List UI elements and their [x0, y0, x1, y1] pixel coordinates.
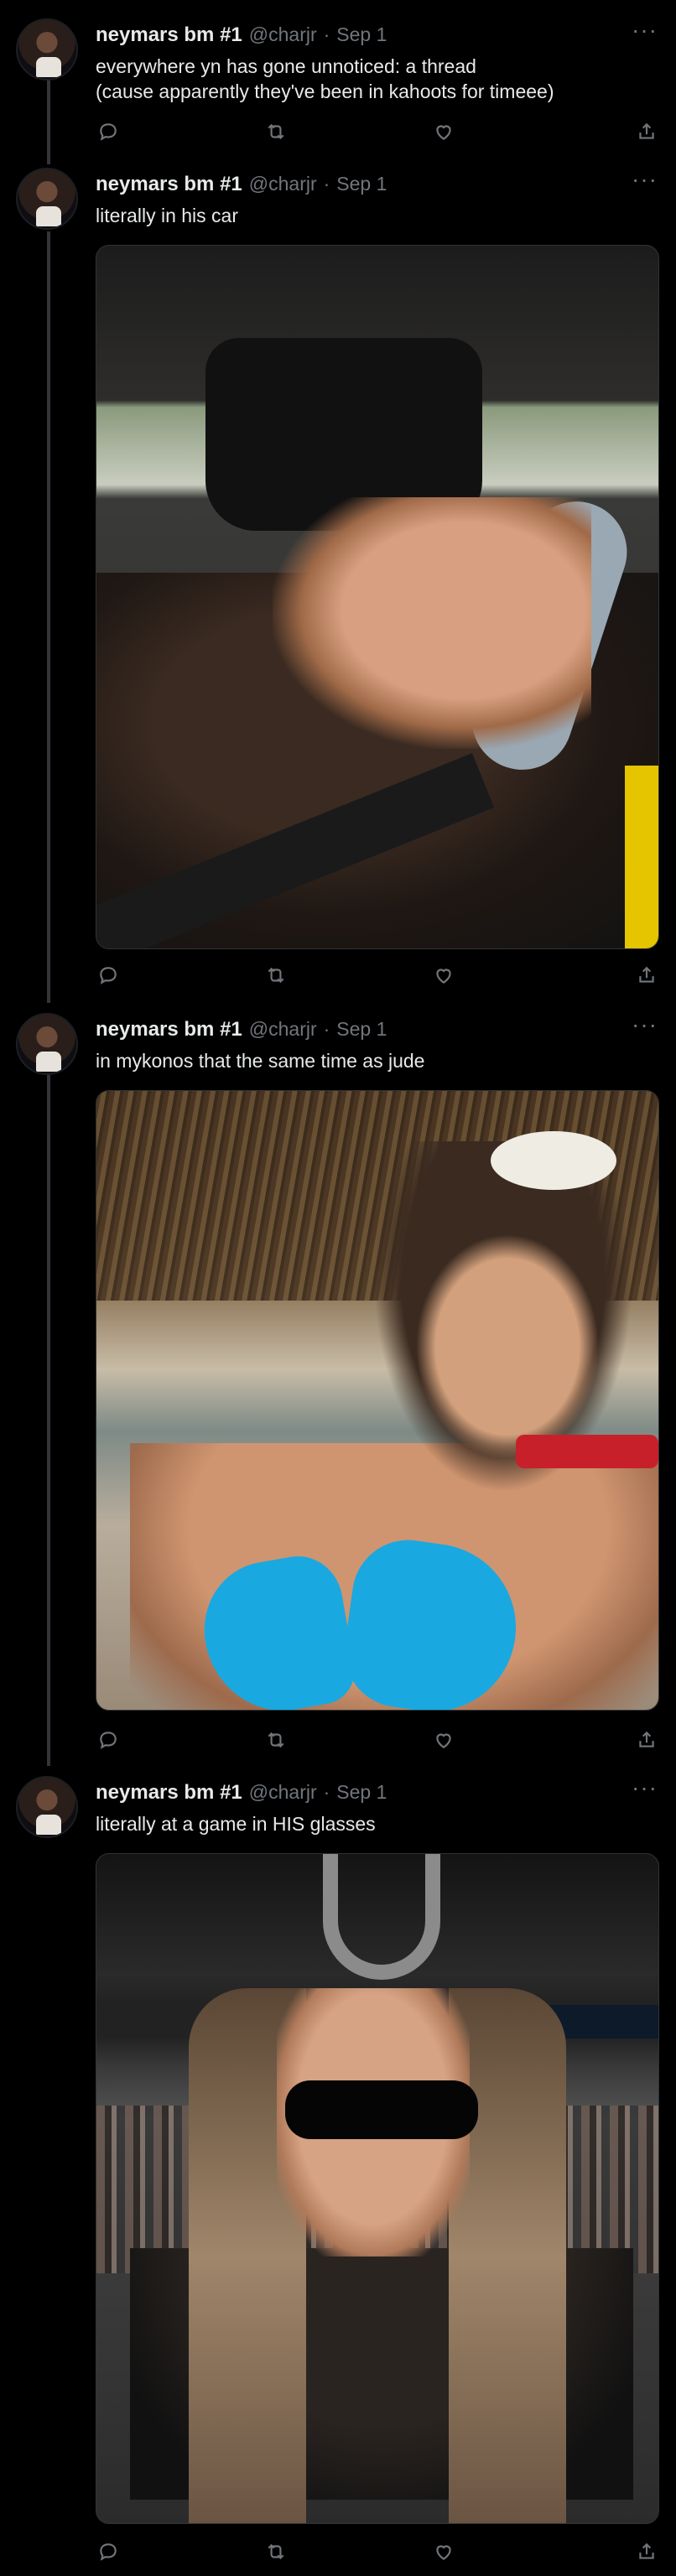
separator: ·	[323, 173, 330, 195]
photo-detail	[625, 766, 658, 948]
tweet-photo[interactable]	[96, 1090, 659, 1711]
tweet-header: neymars bm #1 @charjr · Sep 1	[96, 1781, 387, 1805]
heart-icon[interactable]	[431, 963, 456, 988]
retweet-icon[interactable]	[263, 963, 289, 988]
avatar[interactable]	[16, 168, 78, 230]
heart-icon[interactable]	[431, 1727, 456, 1753]
retweet-icon[interactable]	[263, 2539, 289, 2564]
tweet-actions	[96, 1727, 659, 1753]
heart-icon[interactable]	[431, 2539, 456, 2564]
tweet-date[interactable]: Sep 1	[336, 1781, 387, 1804]
heart-icon[interactable]	[431, 119, 456, 144]
avatar[interactable]	[16, 1776, 78, 1838]
user-handle[interactable]: @charjr	[249, 1018, 317, 1041]
tweet[interactable]: neymars bm #1 @charjr · Sep 1 ··· everyw…	[0, 17, 676, 153]
tweet-date[interactable]: Sep 1	[336, 1018, 387, 1041]
tweet-text: everywhere yn has gone unnoticed: a thre…	[96, 55, 554, 102]
more-options-icon[interactable]: ···	[632, 1011, 658, 1038]
share-icon[interactable]	[634, 2539, 659, 2564]
user-handle[interactable]: @charjr	[249, 173, 317, 195]
more-options-icon[interactable]: ···	[632, 17, 658, 44]
tweet-actions	[96, 119, 659, 144]
more-options-icon[interactable]: ···	[632, 166, 658, 193]
display-name[interactable]: neymars bm #1	[96, 23, 242, 47]
tweet[interactable]: neymars bm #1 @charjr · Sep 1 ··· litera…	[0, 1774, 676, 2573]
tweet-header: neymars bm #1 @charjr · Sep 1	[96, 23, 387, 47]
share-icon[interactable]	[634, 119, 659, 144]
tweet[interactable]: neymars bm #1 @charjr · Sep 1 ··· litera…	[0, 166, 676, 998]
reply-icon[interactable]	[96, 119, 121, 144]
tweet-photo[interactable]	[96, 245, 659, 949]
tweet-text: in mykonos that the same time as jude	[96, 1050, 425, 1072]
display-name[interactable]: neymars bm #1	[96, 1781, 242, 1805]
display-name[interactable]: neymars bm #1	[96, 1018, 242, 1041]
photo-detail	[273, 497, 591, 749]
tweet-date[interactable]: Sep 1	[336, 173, 387, 195]
separator: ·	[323, 23, 330, 45]
more-options-icon[interactable]: ···	[632, 1774, 658, 1801]
tweet-text: literally in his car	[96, 205, 238, 226]
retweet-icon[interactable]	[263, 119, 289, 144]
tweet-photo[interactable]	[96, 1853, 659, 2524]
photo-detail	[285, 2080, 478, 2139]
tweet-text: literally at a game in HIS glasses	[96, 1813, 376, 1835]
reply-icon[interactable]	[96, 1727, 121, 1753]
tweet[interactable]: neymars bm #1 @charjr · Sep 1 ··· in myk…	[0, 1011, 676, 1768]
photo-detail	[516, 1435, 658, 1468]
reply-icon[interactable]	[96, 963, 121, 988]
tweet-actions	[96, 2539, 659, 2564]
retweet-icon[interactable]	[263, 1727, 289, 1753]
separator: ·	[323, 1781, 330, 1803]
user-handle[interactable]: @charjr	[249, 23, 317, 46]
tweet-header: neymars bm #1 @charjr · Sep 1	[96, 1018, 387, 1041]
photo-detail	[415, 1233, 600, 1460]
share-icon[interactable]	[634, 1727, 659, 1753]
separator: ·	[323, 1018, 330, 1040]
share-icon[interactable]	[634, 963, 659, 988]
user-handle[interactable]: @charjr	[249, 1781, 317, 1804]
avatar[interactable]	[16, 18, 78, 80]
reply-icon[interactable]	[96, 2539, 121, 2564]
tweet-header: neymars bm #1 @charjr · Sep 1	[96, 173, 387, 196]
photo-detail	[323, 1854, 440, 1980]
photo-detail	[491, 1131, 616, 1190]
tweet-date[interactable]: Sep 1	[336, 23, 387, 46]
tweet-actions	[96, 963, 659, 988]
display-name[interactable]: neymars bm #1	[96, 173, 242, 196]
avatar[interactable]	[16, 1013, 78, 1075]
